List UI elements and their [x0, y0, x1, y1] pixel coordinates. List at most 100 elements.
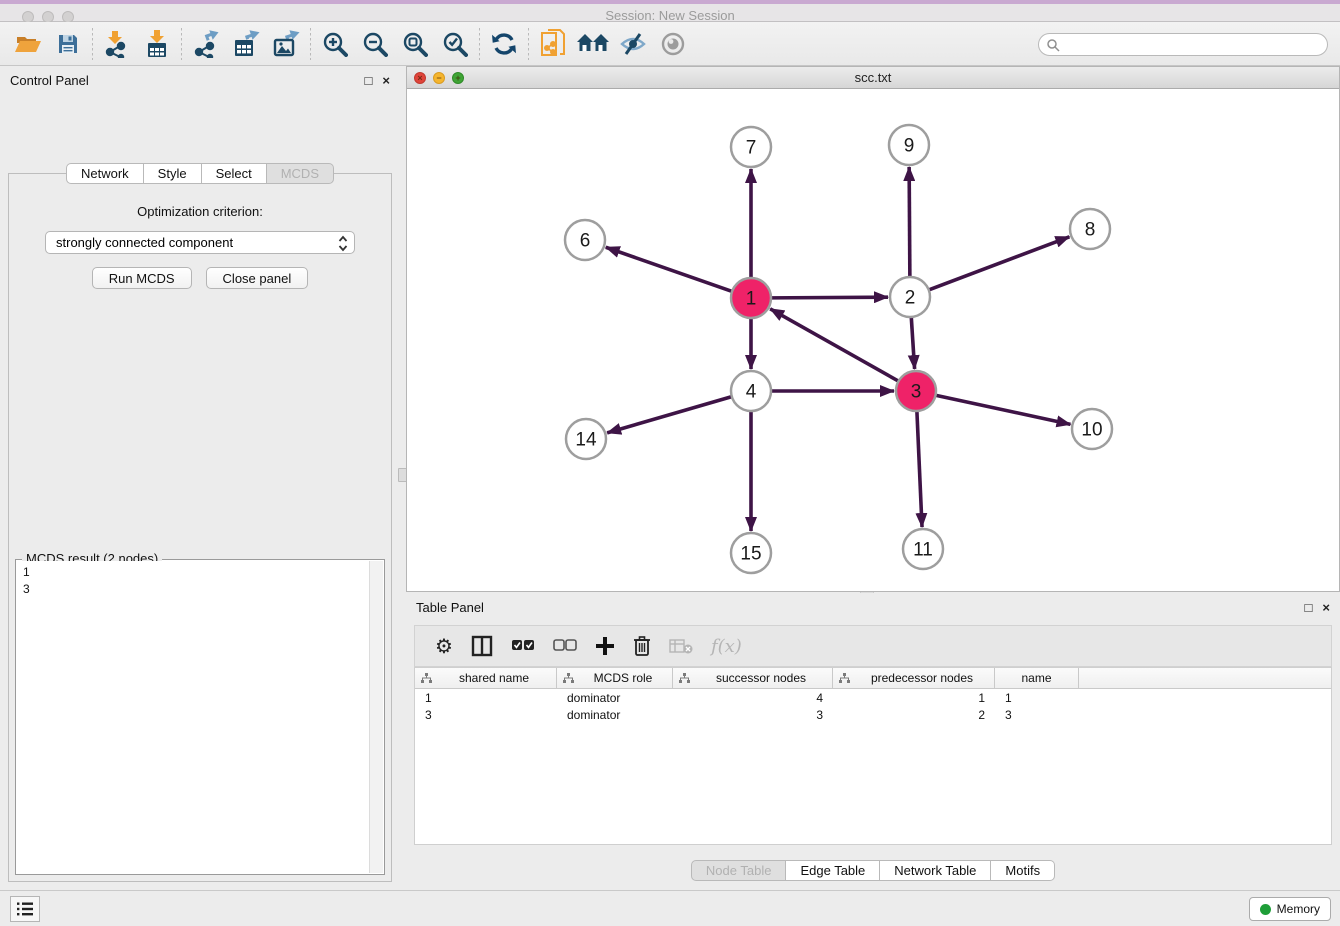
float-panel-icon[interactable]: □	[365, 73, 373, 88]
clone-network-button[interactable]	[533, 26, 573, 62]
search-input[interactable]	[1060, 38, 1327, 52]
eye-slash-icon	[619, 31, 647, 57]
task-history-button[interactable]	[10, 896, 40, 922]
window-titlebar: Session: New Session	[0, 0, 1340, 22]
cell-predecessor-nodes[interactable]: 1	[833, 691, 995, 705]
import-table-icon	[144, 30, 170, 58]
run-mcds-button[interactable]: Run MCDS	[92, 267, 192, 289]
close-panel-button[interactable]: Close panel	[206, 267, 309, 289]
graph-edge-1-6[interactable]	[606, 247, 732, 291]
gear-icon: ⚙	[435, 634, 453, 659]
network-canvas[interactable]: 7968124314101511	[407, 89, 1339, 591]
zoom-selected-icon	[442, 31, 468, 57]
graph-node-label-6: 6	[580, 231, 591, 252]
global-search-field[interactable]	[1038, 33, 1328, 56]
mcds-tab-content: Optimization criterion: strongly connect…	[8, 173, 392, 882]
column-header-predecessor-nodes[interactable]: predecessor nodes	[833, 668, 995, 688]
control-panel-tabs: Network Style Select MCDS	[0, 163, 400, 184]
cell-name[interactable]: 1	[995, 691, 1079, 705]
tab-edge-table[interactable]: Edge Table	[786, 860, 880, 881]
select-stepper-icon	[338, 235, 348, 252]
export-network-button[interactable]	[186, 26, 226, 62]
graph-node-label-3: 3	[911, 382, 922, 403]
zoom-selected-button[interactable]	[435, 26, 475, 62]
network-graph[interactable]: 7968124314101511	[407, 89, 1339, 591]
memory-button[interactable]: Memory	[1249, 897, 1331, 921]
tab-node-table[interactable]: Node Table	[691, 860, 787, 881]
table-row[interactable]: 3 dominator 3 2 3	[415, 706, 1331, 723]
graph-edge-3-11[interactable]	[917, 411, 922, 527]
save-session-button[interactable]	[48, 26, 88, 62]
show-details-button[interactable]	[653, 26, 693, 62]
select-all-rows-button[interactable]	[511, 639, 535, 653]
close-panel-icon[interactable]: ×	[382, 73, 390, 88]
delete-table-button[interactable]	[669, 638, 693, 654]
toolbar-separator	[479, 28, 480, 60]
deselect-all-rows-button[interactable]	[553, 639, 577, 653]
tab-select[interactable]: Select	[202, 163, 267, 184]
open-session-button[interactable]	[8, 26, 48, 62]
graph-edge-2-3[interactable]	[911, 317, 914, 369]
tab-mcds[interactable]: MCDS	[267, 163, 334, 184]
network-window-titlebar[interactable]: × − + scc.txt	[407, 67, 1339, 89]
search-icon	[1046, 38, 1060, 52]
graph-edge-2-8[interactable]	[929, 237, 1070, 290]
float-table-panel-icon[interactable]: □	[1305, 600, 1313, 615]
column-visibility-button[interactable]	[471, 635, 493, 657]
cell-successor-nodes[interactable]: 4	[673, 691, 833, 705]
node-table[interactable]: shared name MCDS role successor nodes	[414, 667, 1332, 845]
result-scrollbar[interactable]	[369, 561, 383, 873]
plus-icon	[595, 636, 615, 656]
cell-predecessor-nodes[interactable]: 2	[833, 708, 995, 722]
table-header-row: shared name MCDS role successor nodes	[415, 668, 1331, 689]
tab-network-table[interactable]: Network Table	[880, 860, 991, 881]
memory-label: Memory	[1277, 902, 1320, 916]
zoom-fit-icon	[402, 31, 428, 57]
refresh-button[interactable]	[484, 26, 524, 62]
cell-name[interactable]: 3	[995, 708, 1079, 722]
main-toolbar	[0, 22, 1340, 66]
export-table-button[interactable]	[226, 26, 266, 62]
tab-network[interactable]: Network	[66, 163, 144, 184]
tab-style[interactable]: Style	[144, 163, 202, 184]
optimization-criterion-label: Optimization criterion:	[9, 204, 391, 219]
delete-column-button[interactable]	[633, 635, 651, 657]
import-network-button[interactable]	[97, 26, 137, 62]
tab-motifs[interactable]: Motifs	[991, 860, 1055, 881]
graph-node-label-8: 8	[1085, 220, 1096, 241]
export-image-button[interactable]	[266, 26, 306, 62]
import-network-icon	[104, 30, 130, 58]
cell-shared-name[interactable]: 1	[415, 691, 557, 705]
graph-edge-3-1[interactable]	[770, 309, 898, 381]
trash-icon	[633, 635, 651, 657]
zoom-fit-button[interactable]	[395, 26, 435, 62]
optimization-criterion-select[interactable]: strongly connected component	[45, 231, 355, 254]
export-image-icon	[272, 30, 300, 58]
close-table-panel-icon[interactable]: ×	[1322, 600, 1330, 615]
graph-edge-1-2[interactable]	[771, 297, 888, 298]
hide-details-button[interactable]	[613, 26, 653, 62]
column-header-successor-nodes[interactable]: successor nodes	[673, 668, 833, 688]
zoom-in-button[interactable]	[315, 26, 355, 62]
home-networks-button[interactable]	[573, 26, 613, 62]
checked-boxes-icon	[511, 639, 535, 653]
graph-edge-4-14[interactable]	[607, 397, 732, 433]
graph-edge-3-10[interactable]	[936, 395, 1071, 424]
column-header-name[interactable]: name	[995, 668, 1079, 688]
import-table-button[interactable]	[137, 26, 177, 62]
add-column-button[interactable]	[595, 636, 615, 656]
tree-hierarchy-icon	[421, 673, 432, 684]
zoom-out-button[interactable]	[355, 26, 395, 62]
cell-mcds-role[interactable]: dominator	[557, 708, 673, 722]
column-header-mcds-role[interactable]: MCDS role	[557, 668, 673, 688]
function-builder-button[interactable]: f(x)	[711, 636, 742, 657]
cell-shared-name[interactable]: 3	[415, 708, 557, 722]
cell-mcds-role[interactable]: dominator	[557, 691, 673, 705]
column-header-shared-name[interactable]: shared name	[415, 668, 557, 688]
list-icon	[16, 901, 34, 917]
table-settings-button[interactable]: ⚙	[435, 634, 453, 659]
graph-edge-2-9[interactable]	[909, 167, 910, 277]
cell-successor-nodes[interactable]: 3	[673, 708, 833, 722]
table-row[interactable]: 1 dominator 4 1 1	[415, 689, 1331, 706]
graph-node-label-9: 9	[904, 136, 915, 157]
